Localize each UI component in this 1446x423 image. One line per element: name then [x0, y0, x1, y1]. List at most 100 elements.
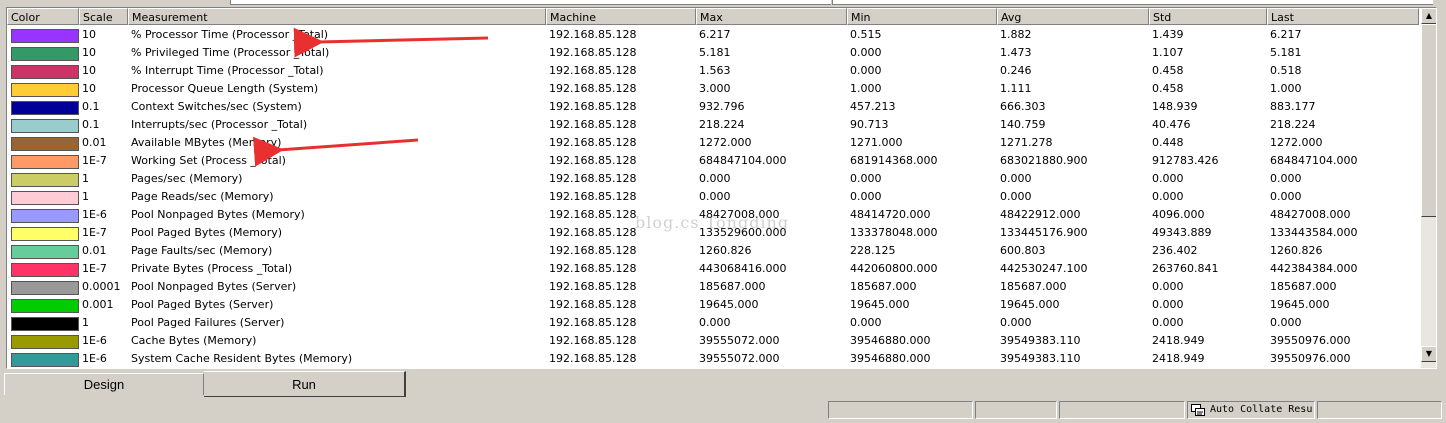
color-cell[interactable]	[7, 80, 79, 98]
measurement-cell: Private Bytes (Process _Total)	[131, 262, 293, 275]
color-swatch[interactable]	[11, 209, 79, 223]
color-swatch[interactable]	[11, 353, 79, 367]
table-row[interactable]: 0.1 Interrupts/sec (Processor _Total) 192.…	[7, 116, 1419, 134]
color-swatch[interactable]	[11, 191, 79, 205]
auto-collate-pane[interactable]: Auto Collate Resu	[1187, 401, 1315, 419]
color-swatch[interactable]	[11, 281, 79, 295]
machine-cell: 192.168.85.128	[549, 298, 637, 311]
col-header-machine[interactable]: Machine	[546, 8, 696, 25]
color-swatch[interactable]	[11, 299, 79, 313]
table-row[interactable]: 0.0001 Pool Nonpaged Bytes (Server) 192.16…	[7, 278, 1419, 296]
color-cell[interactable]	[7, 170, 79, 188]
min-cell: 19645.000	[850, 298, 910, 311]
scale-cell: 10	[82, 64, 96, 77]
measurement-cell: Cache Bytes (Memory)	[131, 334, 257, 347]
color-swatch[interactable]	[11, 29, 79, 43]
color-cell[interactable]	[7, 152, 79, 170]
table-row[interactable]: 1 Pool Paged Failures (Server) 192.168.85.…	[7, 314, 1419, 332]
table-row[interactable]: 0.01 Page Faults/sec (Memory) 192.168.85.1…	[7, 242, 1419, 260]
col-header-color[interactable]: Color	[7, 8, 79, 25]
max-cell: 0.000	[699, 316, 731, 329]
table-row[interactable]: 0.01 Available MBytes (Memory) 192.168.85.…	[7, 134, 1419, 152]
color-cell[interactable]	[7, 134, 79, 152]
scroll-down-arrow-icon[interactable]: ▼	[1421, 346, 1436, 362]
scale-cell: 0.01	[82, 244, 107, 257]
counter-grid[interactable]: Color Scale Measurement Machine Max Min …	[6, 7, 1437, 369]
scale-cell: 1E-7	[82, 262, 107, 275]
table-row[interactable]: 1 Page Reads/sec (Memory) 192.168.85.128 0.…	[7, 188, 1419, 206]
color-swatch[interactable]	[11, 245, 79, 259]
tab-design[interactable]: Design	[4, 373, 204, 395]
min-cell: 681914368.000	[850, 154, 938, 167]
color-swatch[interactable]	[11, 335, 79, 349]
min-cell: 39546880.000	[850, 352, 931, 365]
table-row[interactable]: 0.1 Context Switches/sec (System) 192.168.…	[7, 98, 1419, 116]
scale-cell: 0.1	[82, 100, 100, 113]
color-cell[interactable]	[7, 188, 79, 206]
color-cell[interactable]	[7, 98, 79, 116]
max-cell: 932.796	[699, 100, 745, 113]
color-swatch[interactable]	[11, 263, 79, 277]
table-row[interactable]: 1E-7 Private Bytes (Process _Total) 192.16…	[7, 260, 1419, 278]
color-cell[interactable]	[7, 116, 79, 134]
machine-cell: 192.168.85.128	[549, 136, 637, 149]
scale-cell: 10	[82, 46, 96, 59]
color-cell[interactable]	[7, 260, 79, 278]
scrollbar-thumb[interactable]	[1421, 24, 1436, 217]
table-row[interactable]: 1E-7 Working Set (Process _Total) 192.168.…	[7, 152, 1419, 170]
color-cell[interactable]	[7, 350, 79, 368]
table-row[interactable]: 1E-6 System Cache Resident Bytes (Memory)…	[7, 350, 1419, 368]
table-row[interactable]: 10 % Interrupt Time (Processor _Total) 192…	[7, 62, 1419, 80]
color-cell[interactable]	[7, 314, 79, 332]
table-row[interactable]: 1 Pages/sec (Memory) 192.168.85.128 0.000 0.…	[7, 170, 1419, 188]
measurement-cell: Available MBytes (Memory)	[131, 136, 282, 149]
col-header-measurement[interactable]: Measurement	[128, 8, 546, 25]
col-header-max[interactable]: Max	[696, 8, 847, 25]
col-header-scale[interactable]: Scale	[79, 8, 128, 25]
col-header-last[interactable]: Last	[1267, 8, 1419, 25]
col-header-min[interactable]: Min	[847, 8, 997, 25]
tab-run[interactable]: Run	[204, 371, 406, 397]
color-cell[interactable]	[7, 44, 79, 62]
avg-cell: 0.000	[1000, 316, 1032, 329]
max-cell: 0.000	[699, 172, 731, 185]
measurement-cell: % Interrupt Time (Processor _Total)	[131, 64, 324, 77]
machine-cell: 192.168.85.128	[549, 172, 637, 185]
col-header-std[interactable]: Std	[1149, 8, 1267, 25]
measurement-cell: Pool Nonpaged Bytes (Memory)	[131, 208, 305, 221]
table-row[interactable]: 0.001 Pool Paged Bytes (Server) 192.168.85…	[7, 296, 1419, 314]
scale-cell: 1	[82, 316, 89, 329]
min-cell: 48414720.000	[850, 208, 931, 221]
avg-cell: 1.882	[1000, 28, 1032, 41]
color-swatch[interactable]	[11, 155, 79, 169]
color-cell[interactable]	[7, 242, 79, 260]
measurement-cell: Pool Paged Bytes (Memory)	[131, 226, 283, 239]
color-swatch[interactable]	[11, 47, 79, 61]
min-cell: 133378048.000	[850, 226, 938, 239]
table-row[interactable]: 10 Processor Queue Length (System) 192.168…	[7, 80, 1419, 98]
color-swatch[interactable]	[11, 173, 79, 187]
max-cell: 3.000	[699, 82, 731, 95]
avg-cell: 39549383.110	[1000, 334, 1081, 347]
vertical-scrollbar[interactable]: ▲ ▼	[1420, 8, 1436, 368]
color-cell[interactable]	[7, 296, 79, 314]
color-swatch[interactable]	[11, 65, 79, 79]
color-cell[interactable]	[7, 26, 79, 44]
color-swatch[interactable]	[11, 83, 79, 97]
color-swatch[interactable]	[11, 137, 79, 151]
color-cell[interactable]	[7, 278, 79, 296]
color-cell[interactable]	[7, 224, 79, 242]
color-swatch[interactable]	[11, 317, 79, 331]
color-swatch[interactable]	[11, 101, 79, 115]
color-cell[interactable]	[7, 206, 79, 224]
color-cell[interactable]	[7, 332, 79, 350]
col-header-avg[interactable]: Avg	[997, 8, 1149, 25]
color-swatch[interactable]	[11, 119, 79, 133]
scroll-up-arrow-icon[interactable]: ▲	[1421, 8, 1436, 24]
table-row[interactable]: 10 % Processor Time (Processor _Total) 192…	[7, 26, 1419, 44]
table-row[interactable]: 10 % Privileged Time (Processor _Total) 19…	[7, 44, 1419, 62]
color-swatch[interactable]	[11, 227, 79, 241]
std-cell: 2418.949	[1152, 352, 1205, 365]
color-cell[interactable]	[7, 62, 79, 80]
table-row[interactable]: 1E-6 Cache Bytes (Memory) 192.168.85.128 39…	[7, 332, 1419, 350]
